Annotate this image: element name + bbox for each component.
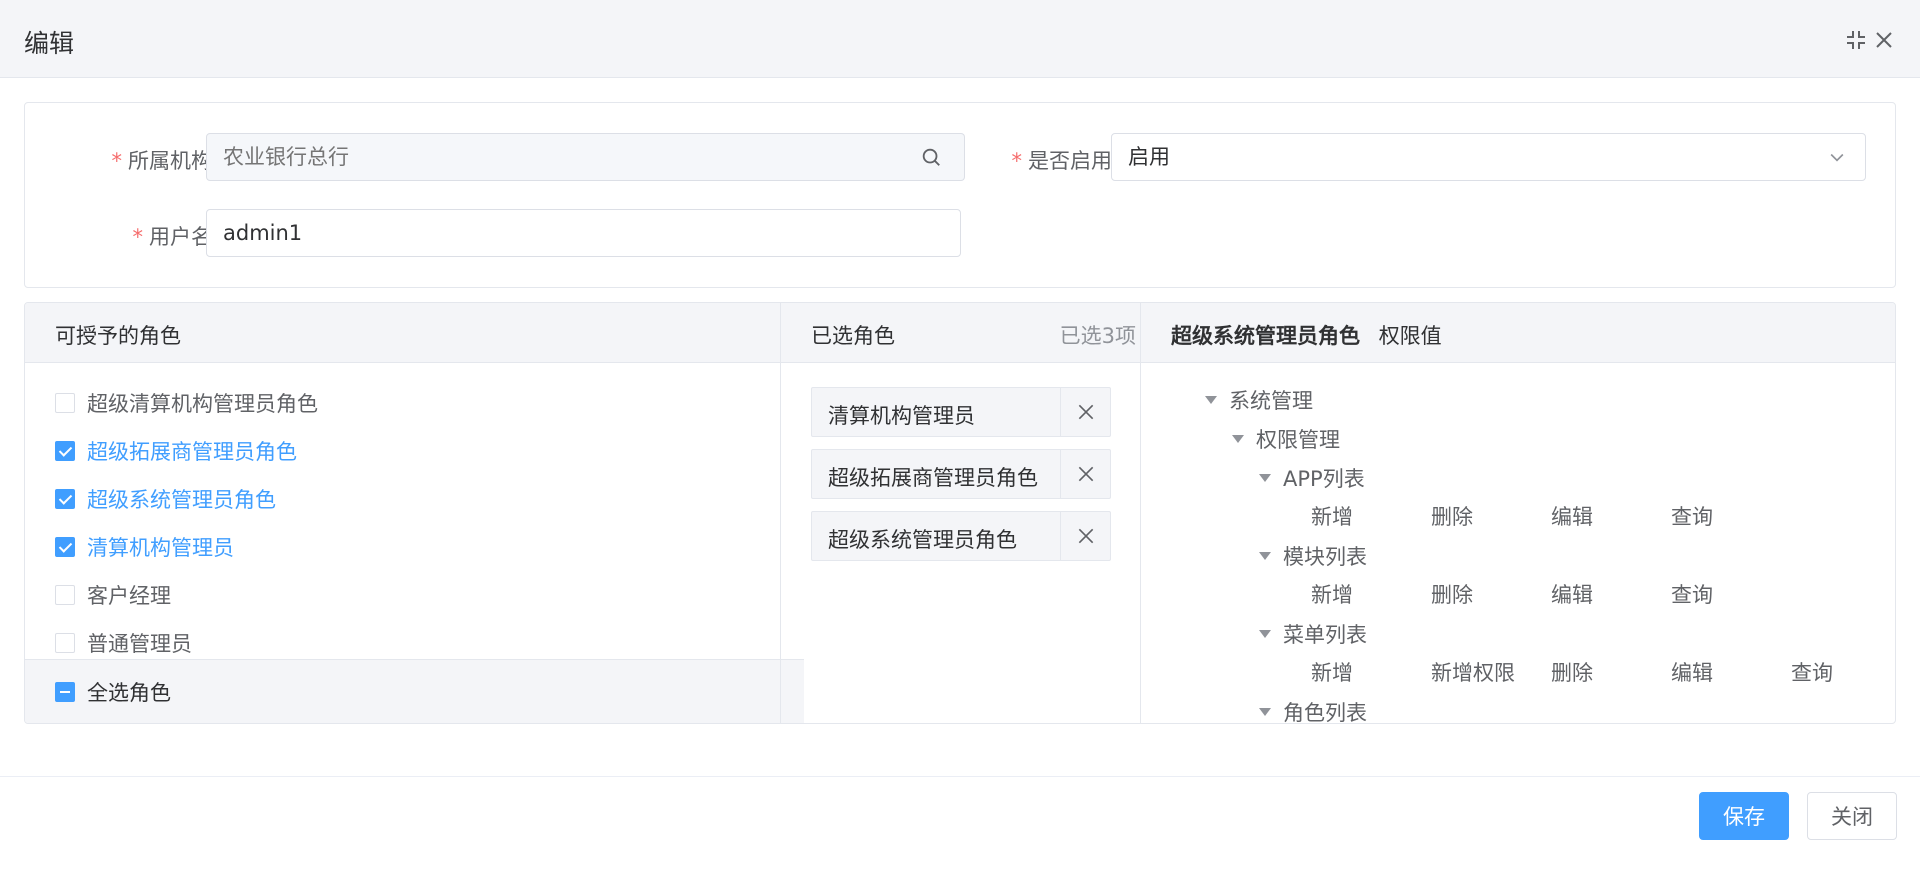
tree-node[interactable]: 模块列表 [1259, 541, 1367, 571]
role-item[interactable]: 客户经理 [55, 580, 171, 610]
permission-item[interactable]: 删除 [1431, 502, 1473, 532]
enabled-label: * 是否启用 [1011, 149, 1113, 173]
role-checkbox[interactable] [55, 393, 75, 413]
select-all-label: 全选角色 [87, 681, 171, 705]
role-checkbox[interactable] [55, 489, 75, 509]
role-label: 客户经理 [87, 584, 171, 608]
selected-role-label: 超级系统管理员角色 [828, 528, 1017, 552]
close-icon [1078, 404, 1093, 420]
select-all-checkbox-row[interactable]: 全选角色 [55, 677, 171, 707]
close-icon [1078, 466, 1093, 482]
selected-role-chip: 清算机构管理员 [811, 387, 1111, 437]
chevron-down-icon [1830, 153, 1844, 162]
dialog-title: 编辑 [24, 29, 75, 58]
minimize-icon[interactable] [1844, 28, 1868, 52]
remove-role-button[interactable] [1060, 512, 1110, 560]
caret-down-icon[interactable] [1259, 552, 1271, 560]
permission-item[interactable]: 查询 [1791, 658, 1833, 688]
enabled-select[interactable]: 启用 [1111, 133, 1866, 181]
permission-item[interactable]: 查询 [1671, 502, 1713, 532]
permission-item[interactable]: 删除 [1431, 580, 1473, 610]
permission-item[interactable]: 新增 [1311, 580, 1353, 610]
user-form: *所属机构 *是否启用 启用 *用户名 admin1 [24, 102, 1896, 288]
role-list[interactable]: 超级清算机构管理员角色 超级拓展商管理员角色 超级系统管理员角色 清算机构管理员… [25, 363, 780, 659]
available-roles-header: 可授予的角色 [25, 303, 780, 363]
selected-roles-title: 已选角色 [811, 324, 895, 348]
permission-item[interactable]: 编辑 [1551, 580, 1593, 610]
role-item[interactable]: 普通管理员 [55, 628, 192, 658]
remove-role-button[interactable] [1060, 450, 1110, 498]
select-all-footer: 全选角色 [25, 659, 804, 723]
role-checkbox[interactable] [55, 585, 75, 605]
permissions-panel: 超级系统管理员角色 权限值 系统管理 权限管理 APP列表 新增 删除 编辑 查… [1141, 303, 1895, 723]
caret-down-icon[interactable] [1259, 630, 1271, 638]
close-icon[interactable] [1872, 28, 1896, 52]
remove-role-button[interactable] [1060, 388, 1110, 436]
selected-role-label: 清算机构管理员 [828, 404, 975, 428]
caret-down-icon[interactable] [1259, 474, 1271, 482]
permission-suffix: 权限值 [1378, 324, 1442, 348]
permission-item[interactable]: 新增权限 [1431, 658, 1515, 688]
permission-item[interactable]: 编辑 [1551, 502, 1593, 532]
role-checkbox[interactable] [55, 633, 75, 653]
permission-role-name: 超级系统管理员角色 [1171, 324, 1360, 348]
role-item[interactable]: 清算机构管理员 [55, 532, 234, 562]
selected-roles-header: 已选角色 已选3项 [781, 303, 1164, 363]
selected-role-chip: 超级拓展商管理员角色 [811, 449, 1111, 499]
tree-node[interactable]: APP列表 [1259, 463, 1365, 493]
org-input[interactable] [206, 133, 899, 181]
role-transfer: 可授予的角色 超级清算机构管理员角色 超级拓展商管理员角色 超级系统管理员角色 … [24, 302, 1896, 724]
role-label: 超级清算机构管理员角色 [87, 392, 318, 416]
role-checkbox[interactable] [55, 441, 75, 461]
permission-item[interactable]: 新增 [1311, 502, 1353, 532]
role-label: 普通管理员 [87, 632, 192, 656]
role-label: 超级系统管理员角色 [87, 488, 276, 512]
permission-item[interactable]: 编辑 [1671, 658, 1713, 688]
username-label: * 用户名 [132, 225, 213, 249]
permission-item[interactable]: 删除 [1551, 658, 1593, 688]
org-search-button[interactable] [897, 133, 965, 181]
role-label: 清算机构管理员 [87, 536, 234, 560]
dialog-header: 编辑 [0, 0, 1920, 78]
select-all-checkbox[interactable] [55, 682, 75, 702]
selected-count: 已选3项 [1059, 324, 1136, 348]
username-input[interactable]: admin1 [206, 209, 961, 257]
permissions-header: 超级系统管理员角色 权限值 [1141, 303, 1895, 363]
caret-down-icon[interactable] [1232, 435, 1244, 443]
role-item[interactable]: 超级拓展商管理员角色 [55, 436, 297, 466]
close-button[interactable]: 关闭 [1807, 792, 1897, 840]
org-label: * 所属机构 [111, 149, 213, 173]
available-roles-title: 可授予的角色 [55, 324, 181, 348]
permissions-title: 超级系统管理员角色 权限值 [1171, 320, 1442, 350]
available-roles-panel: 可授予的角色 超级清算机构管理员角色 超级拓展商管理员角色 超级系统管理员角色 … [25, 303, 804, 723]
role-item[interactable]: 超级清算机构管理员角色 [55, 388, 318, 418]
enabled-select-value: 启用 [1128, 145, 1170, 169]
caret-down-icon[interactable] [1259, 708, 1271, 716]
tree-node[interactable]: 菜单列表 [1259, 619, 1367, 649]
caret-down-icon[interactable] [1205, 396, 1217, 404]
close-icon [1078, 528, 1093, 544]
search-icon [922, 148, 940, 166]
role-checkbox[interactable] [55, 537, 75, 557]
permission-item[interactable]: 查询 [1671, 580, 1713, 610]
selected-roles-panel: 已选角色 已选3项 清算机构管理员 超级拓展商管理员角色 超级系统管理员角色 [781, 303, 1164, 723]
tree-node[interactable]: 权限管理 [1232, 424, 1340, 454]
tree-node[interactable]: 角色列表 [1259, 697, 1367, 723]
tree-node[interactable]: 系统管理 [1205, 385, 1313, 415]
permission-tree[interactable]: 系统管理 权限管理 APP列表 新增 删除 编辑 查询 模块列表 新增 删除 编… [1141, 363, 1895, 723]
permission-item[interactable]: 新增 [1311, 658, 1353, 688]
selected-role-chip: 超级系统管理员角色 [811, 511, 1111, 561]
save-button[interactable]: 保存 [1699, 792, 1789, 840]
role-item[interactable]: 超级系统管理员角色 [55, 484, 276, 514]
selected-role-label: 超级拓展商管理员角色 [828, 466, 1038, 490]
footer-divider [0, 776, 1920, 777]
role-label: 超级拓展商管理员角色 [87, 440, 297, 464]
